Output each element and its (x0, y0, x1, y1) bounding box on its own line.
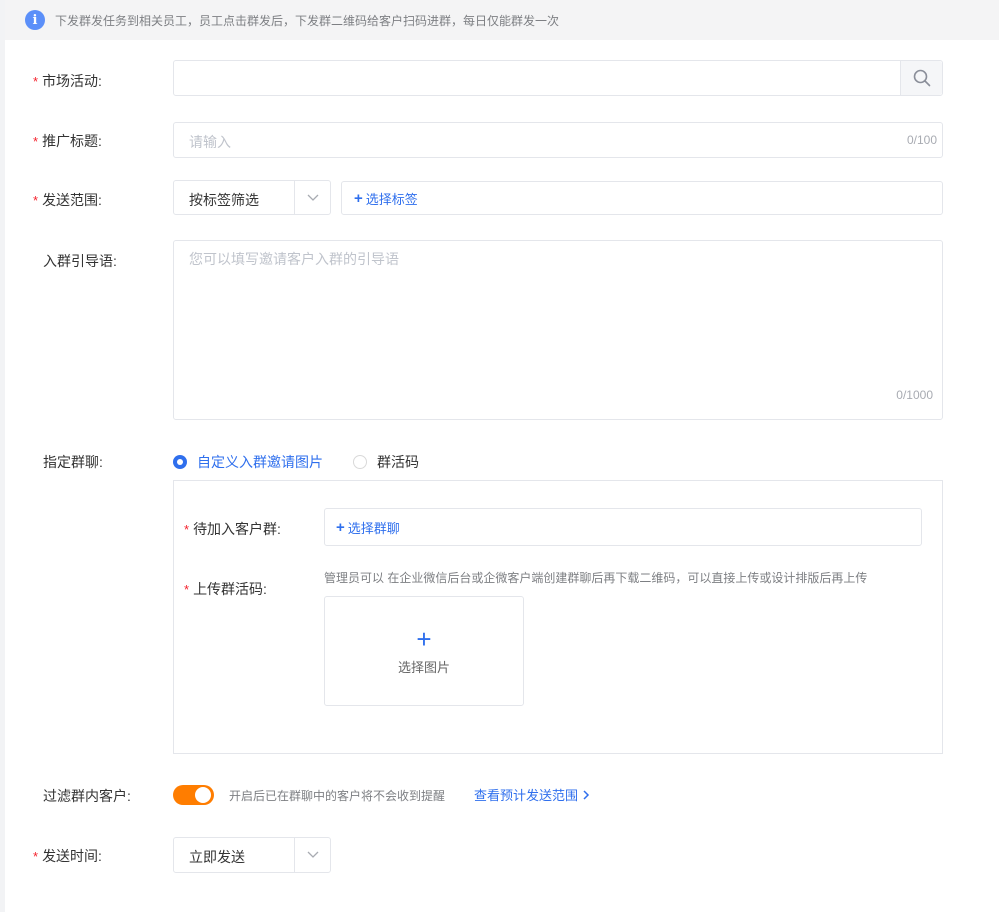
required-mark: * (33, 134, 39, 149)
radio-custom-invite-image-label: 自定义入群邀请图片 (197, 454, 323, 470)
radio-group-qr-label: 群活码 (377, 454, 419, 470)
required-mark: * (184, 582, 190, 597)
select-tag-button[interactable]: + 选择标签 (341, 181, 943, 215)
market-activity-search-button[interactable] (900, 61, 942, 95)
view-send-scope-link[interactable]: 查看预计发送范围 (474, 785, 591, 804)
filter-customers-hint: 开启后已在群聊中的客户将不会收到提醒 (229, 789, 446, 803)
send-time-label: * 发送时间: (33, 848, 102, 864)
radio-custom-invite-image[interactable]: 自定义入群邀请图片 (173, 452, 323, 472)
guide-text-placeholder: 您可以填写邀请客户入群的引导语 (189, 251, 399, 267)
chevron-down-icon (294, 838, 330, 872)
search-icon (913, 69, 930, 87)
required-mark: * (184, 522, 190, 537)
send-time-select[interactable]: 立即发送 (173, 837, 331, 873)
group-chat-label: 指定群聊: (43, 454, 103, 470)
info-icon: i (25, 10, 45, 30)
pending-groups-label: * 待加入客户群: (184, 521, 281, 537)
radio-unchecked-icon (353, 455, 367, 469)
upload-image-label: 选择图片 (397, 659, 450, 675)
promo-title-input[interactable]: 请输入 0/100 (173, 122, 943, 158)
left-edge-strip (0, 0, 5, 912)
select-group-chat-button[interactable]: + 选择群聊 (324, 508, 922, 546)
select-group-chat-label: 选择群聊 (347, 520, 400, 536)
promo-title-label: * 推广标题: (33, 133, 102, 149)
notice-text: 下发群发任务到相关员工，员工点击群发后，下发群二维码给客户扫码进群，每日仅能群发… (55, 13, 560, 28)
promo-title-counter: 0/100 (906, 133, 937, 147)
send-scope-label: * 发送范围: (33, 192, 102, 208)
radio-group-qr[interactable]: 群活码 (353, 452, 419, 472)
required-mark: * (33, 74, 39, 89)
market-activity-label: * 市场活动: (33, 73, 102, 89)
plus-icon: + (354, 189, 363, 207)
view-send-scope-label: 查看预计发送范围 (474, 788, 579, 803)
plus-icon: + (336, 518, 345, 536)
select-tag-label: 选择标签 (365, 191, 418, 207)
notice-bar: i 下发群发任务到相关员工，员工点击群发后，下发群二维码给客户扫码进群，每日仅能… (5, 0, 999, 40)
chevron-down-icon (294, 181, 330, 214)
required-mark: * (33, 849, 39, 864)
guide-text-counter: 0/1000 (896, 388, 933, 402)
market-activity-input[interactable] (173, 60, 943, 96)
filter-customers-label: 过滤群内客户: (43, 788, 131, 804)
send-scope-select[interactable]: 按标签筛选 (173, 180, 331, 215)
upload-qr-label: * 上传群活码: (184, 581, 267, 597)
filter-customers-toggle[interactable] (173, 785, 214, 805)
toggle-knob (195, 787, 211, 803)
radio-checked-icon (173, 455, 187, 469)
upload-qr-hint: 管理员可以 在企业微信后台或企微客户端创建群聊后再下载二维码，可以直接上传或设计… (324, 571, 868, 585)
promo-title-placeholder: 请输入 (189, 134, 231, 150)
required-mark: * (33, 193, 39, 208)
send-time-selected: 立即发送 (189, 849, 245, 865)
send-scope-selected: 按标签筛选 (189, 192, 259, 208)
guide-text-label: 入群引导语: (43, 253, 117, 269)
chevron-right-icon (583, 789, 590, 800)
plus-icon: + (416, 623, 432, 654)
upload-image-box[interactable]: + 选择图片 (324, 596, 524, 706)
guide-text-textarea[interactable]: 您可以填写邀请客户入群的引导语 0/1000 (173, 240, 943, 420)
